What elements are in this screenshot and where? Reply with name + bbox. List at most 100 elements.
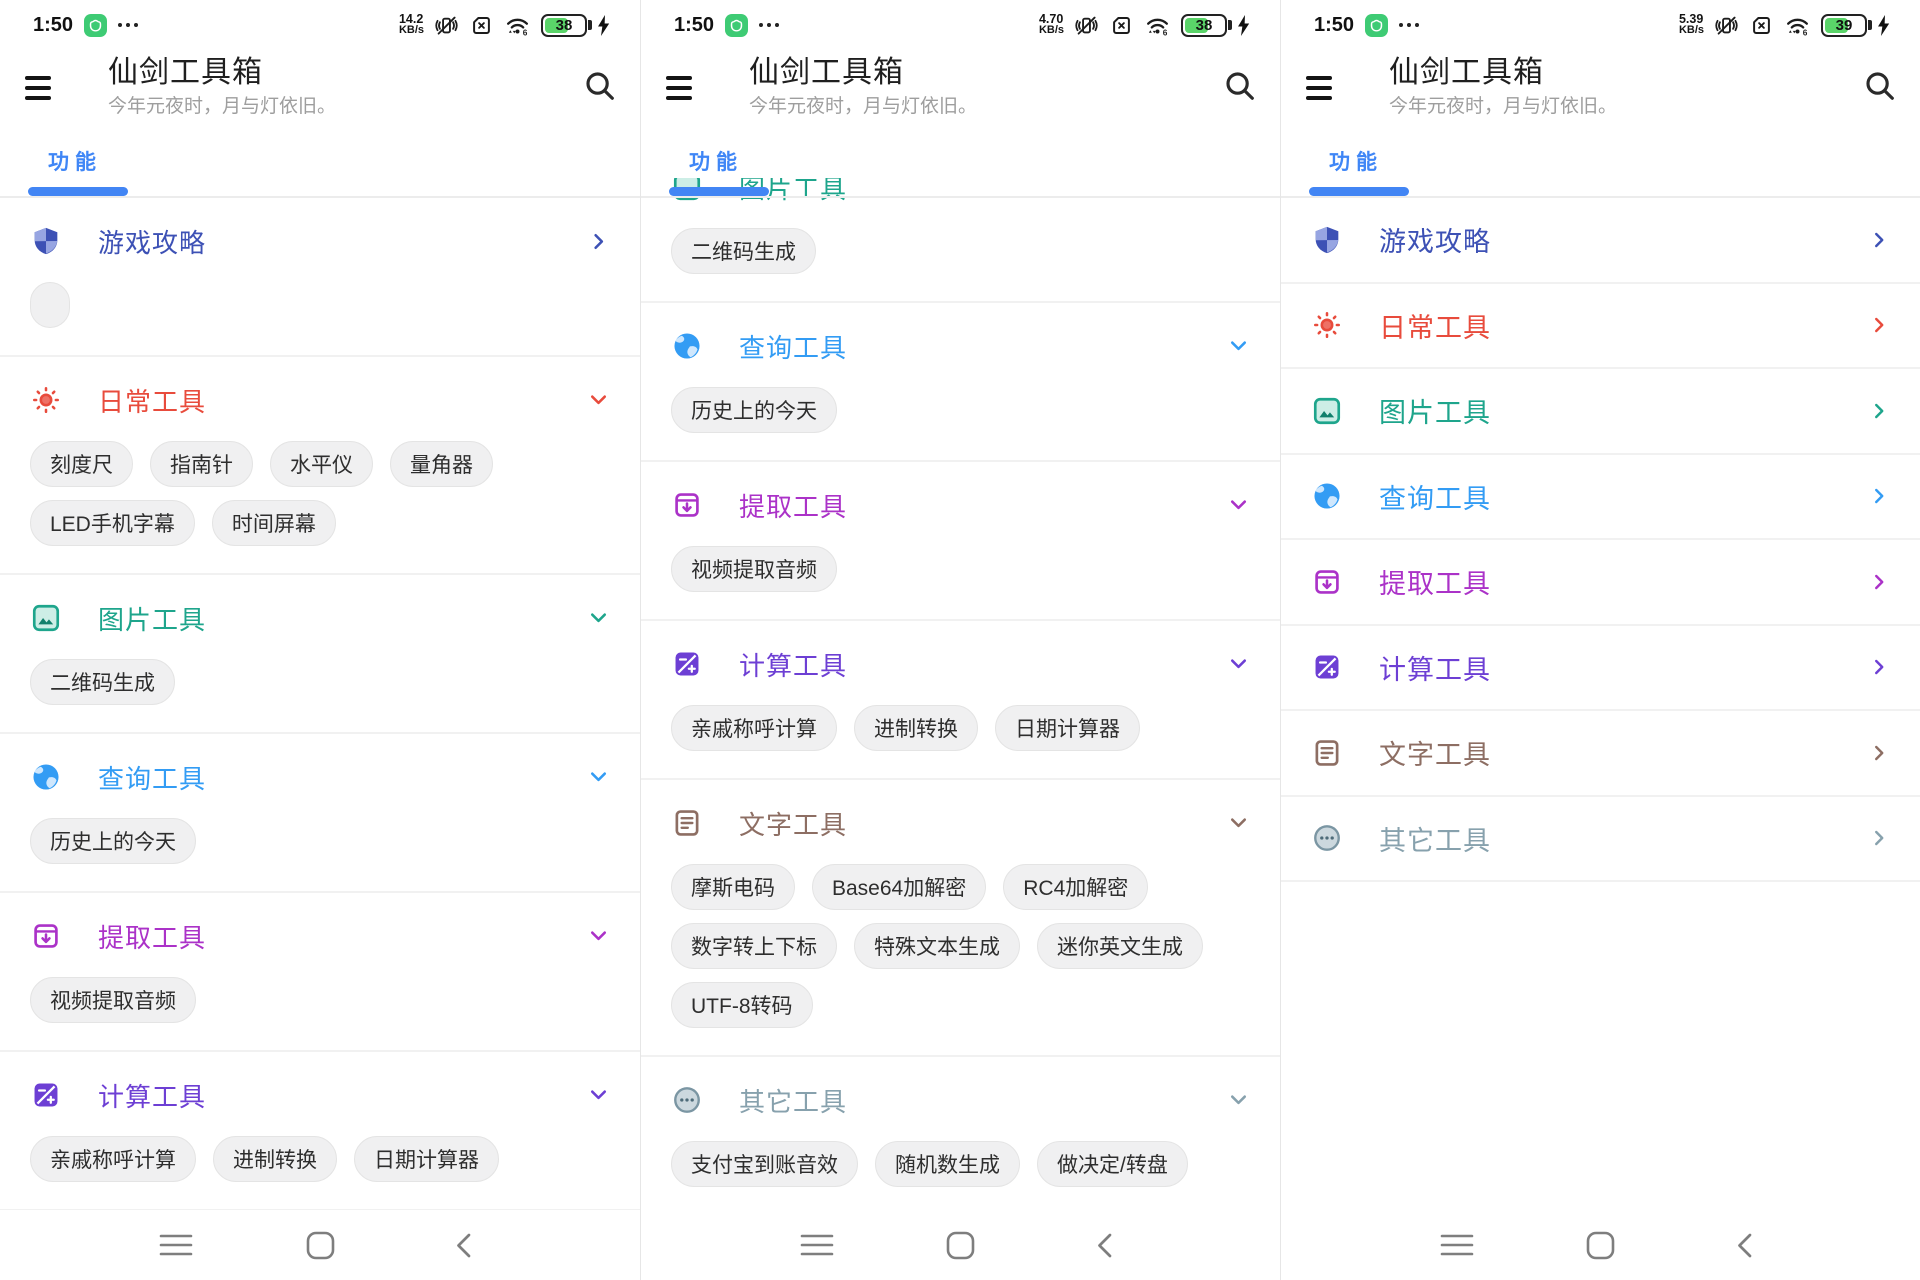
tool-chip[interactable]: 二维码生成 (671, 228, 816, 274)
section-label: 其它工具 (739, 1082, 847, 1119)
section-daily-tools: 日常工具 刻度尺 指南针 水平仪 量角器 LED手机字幕 时间屏幕 (0, 357, 640, 575)
section-label: 查询工具 (98, 759, 206, 796)
search-button[interactable] (1862, 68, 1898, 104)
globe-icon (1311, 480, 1343, 512)
row-game-guide[interactable]: 游戏攻略 (1281, 198, 1920, 284)
tool-chip[interactable]: 做决定/转盘 (1037, 1141, 1188, 1187)
tool-chip[interactable]: 指南针 (150, 441, 253, 487)
tool-chip[interactable]: 亲戚称呼计算 (671, 705, 837, 751)
section-header[interactable]: 图片工具 (30, 596, 610, 640)
tool-chip[interactable]: Base64加解密 (812, 864, 986, 910)
search-button[interactable] (1222, 68, 1258, 104)
menu-button[interactable] (25, 76, 51, 100)
section-header[interactable]: 日常工具 (30, 378, 610, 422)
back-button[interactable] (445, 1230, 483, 1260)
tool-chip[interactable]: UTF-8转码 (671, 982, 813, 1028)
globe-icon (671, 330, 703, 362)
tool-chip[interactable]: 进制转换 (854, 705, 978, 751)
exposure-icon (1311, 651, 1343, 683)
section-label: 计算工具 (98, 1077, 206, 1114)
recents-button[interactable] (157, 1230, 195, 1260)
home-button[interactable] (301, 1230, 339, 1260)
menu-button[interactable] (1306, 76, 1332, 100)
home-button[interactable] (1582, 1230, 1620, 1260)
mute-vibrate-icon (1074, 13, 1099, 38)
status-bar: 1:50 5.39KB/s 39 (1281, 0, 1920, 50)
tool-chip[interactable]: 亲戚称呼计算 (30, 1136, 196, 1182)
tool-chip[interactable]: 支付宝到账音效 (671, 1141, 858, 1187)
row-query-tools[interactable]: 查询工具 (1281, 455, 1920, 541)
back-button[interactable] (1086, 1230, 1124, 1260)
charging-icon (1877, 15, 1890, 36)
row-daily-tools[interactable]: 日常工具 (1281, 284, 1920, 370)
section-header[interactable]: 计算工具 (30, 1073, 610, 1117)
tab-features[interactable]: 功能 (1329, 146, 1383, 176)
section-header[interactable]: 提取工具 (671, 483, 1250, 527)
tool-chip[interactable]: 历史上的今天 (671, 387, 837, 433)
tool-chip[interactable]: 视频提取音频 (30, 977, 196, 1023)
clock: 1:50 (674, 14, 714, 37)
tool-list: 游戏攻略 日常工具 刻度尺 指南针 水平仪 量角器 LED手机字幕 时间屏 (0, 198, 640, 1210)
section-extract-tools: 提取工具 视频提取音频 (641, 462, 1280, 621)
page-subtitle: 今年元夜时，月与灯依旧。 (1389, 94, 1617, 120)
tool-chip[interactable]: 时间屏幕 (212, 500, 336, 546)
back-button[interactable] (1726, 1230, 1764, 1260)
tab-features[interactable]: 功能 (48, 146, 102, 176)
chevron-down-icon (587, 925, 610, 948)
chevron-right-icon (1868, 229, 1890, 251)
tab-features[interactable]: 功能 (689, 146, 743, 176)
tool-chip[interactable]: RC4加解密 (1003, 864, 1148, 910)
row-image-tools[interactable]: 图片工具 (1281, 369, 1920, 455)
image-icon (30, 602, 62, 634)
section-label: 提取工具 (98, 918, 206, 955)
section-label: 提取工具 (739, 487, 847, 524)
tool-chip[interactable]: 迷你英文生成 (1037, 923, 1203, 969)
chevron-right-icon (1868, 400, 1890, 422)
wifi-icon (1144, 13, 1171, 38)
menu-button[interactable] (666, 76, 692, 100)
section-header[interactable]: 提取工具 (30, 914, 610, 958)
tab-underline (1309, 187, 1409, 196)
tool-chip[interactable]: 历史上的今天 (30, 818, 196, 864)
category-list: 游戏攻略 日常工具 图片工具 查询工具 提取工具 (1281, 198, 1920, 1210)
tool-chip[interactable]: 刻度尺 (30, 441, 133, 487)
tool-chip[interactable]: LED手机字幕 (30, 500, 195, 546)
chevron-right-icon (1868, 742, 1890, 764)
battery-indicator: 38 (1181, 14, 1227, 37)
section-header[interactable]: 文字工具 (671, 801, 1250, 845)
tool-chip[interactable]: 摩斯电码 (671, 864, 795, 910)
section-header[interactable]: 查询工具 (671, 324, 1250, 368)
home-button[interactable] (942, 1230, 980, 1260)
tool-chip[interactable]: 量角器 (390, 441, 493, 487)
clock: 1:50 (33, 14, 73, 37)
section-calc-tools: 计算工具 亲戚称呼计算 进制转换 日期计算器 (641, 621, 1280, 780)
search-button[interactable] (582, 68, 618, 104)
recents-button[interactable] (1438, 1230, 1476, 1260)
wifi-icon (1784, 13, 1811, 38)
section-header[interactable]: 其它工具 (671, 1078, 1250, 1122)
row-label: 游戏攻略 (1379, 220, 1491, 259)
tool-chip[interactable]: 随机数生成 (875, 1141, 1020, 1187)
globe-icon (30, 761, 62, 793)
tool-chip[interactable]: 水平仪 (270, 441, 373, 487)
row-text-tools[interactable]: 文字工具 (1281, 711, 1920, 797)
section-header[interactable]: 计算工具 (671, 642, 1250, 686)
row-extract-tools[interactable]: 提取工具 (1281, 540, 1920, 626)
tool-chip[interactable]: 日期计算器 (354, 1136, 499, 1182)
tool-chip[interactable]: 数字转上下标 (671, 923, 837, 969)
tool-chip[interactable]: 视频提取音频 (671, 546, 837, 592)
charging-icon (597, 15, 610, 36)
chevron-right-icon (1868, 827, 1890, 849)
section-header[interactable]: 游戏攻略 (30, 219, 610, 263)
tool-chip[interactable]: 特殊文本生成 (854, 923, 1020, 969)
row-calc-tools[interactable]: 计算工具 (1281, 626, 1920, 712)
tool-chip[interactable]: 二维码生成 (30, 659, 175, 705)
section-calc-tools: 计算工具 亲戚称呼计算 进制转换 日期计算器 (0, 1052, 640, 1210)
tool-chip[interactable]: 进制转换 (213, 1136, 337, 1182)
section-header[interactable]: 查询工具 (30, 755, 610, 799)
section-label: 计算工具 (739, 646, 847, 683)
chevron-down-icon (1227, 1089, 1250, 1112)
tool-chip[interactable]: 日期计算器 (995, 705, 1140, 751)
row-other-tools[interactable]: 其它工具 (1281, 797, 1920, 883)
recents-button[interactable] (798, 1230, 836, 1260)
